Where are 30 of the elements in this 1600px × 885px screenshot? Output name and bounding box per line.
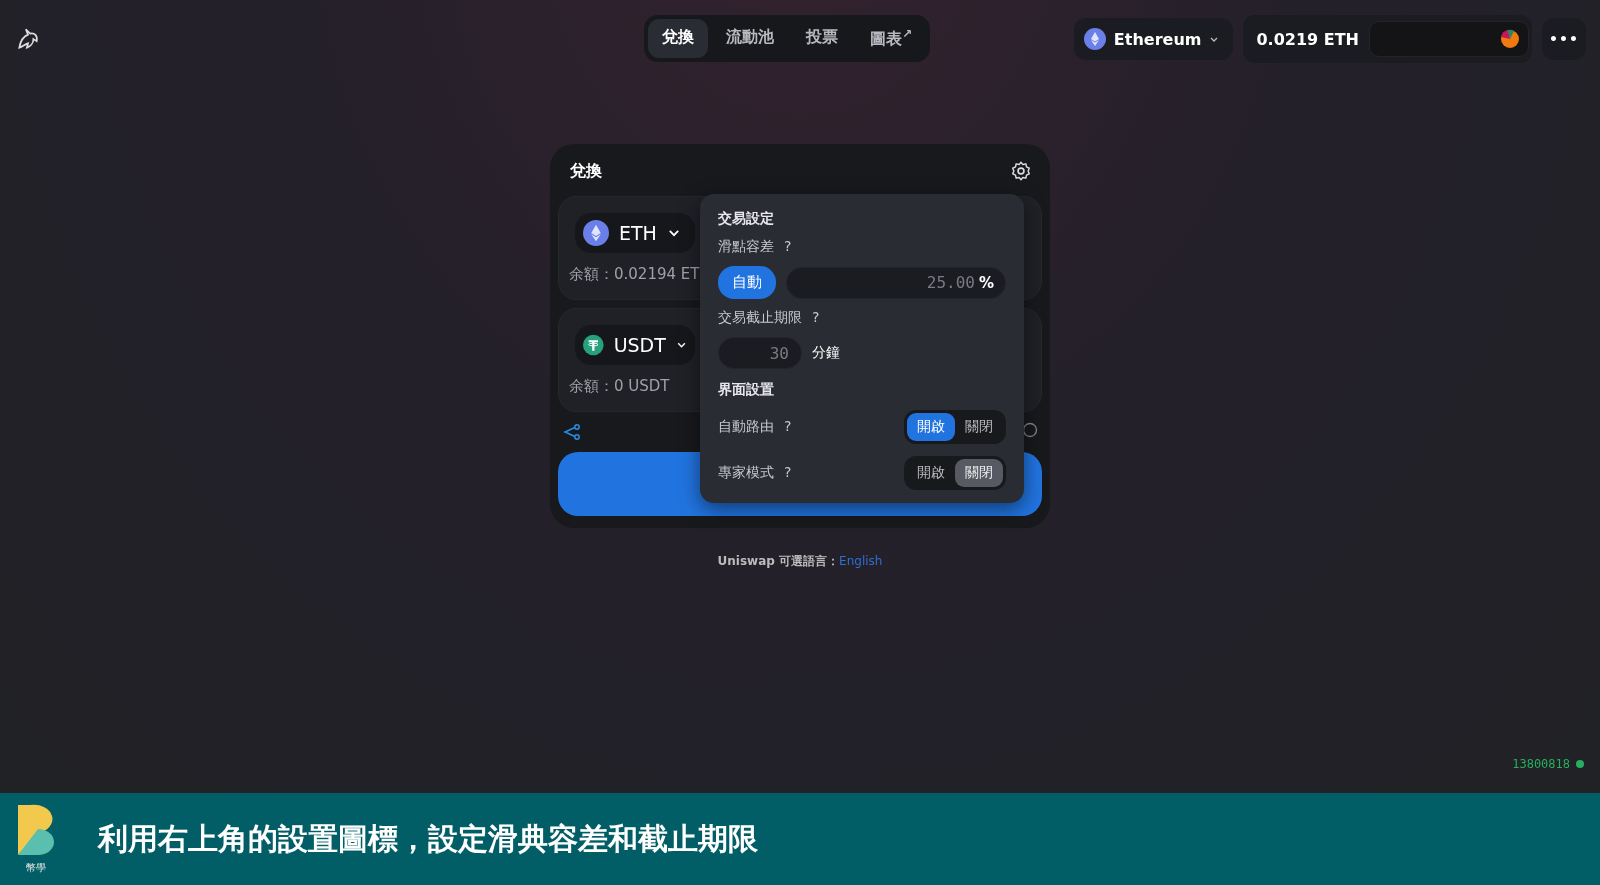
deadline-unit: 分鐘 bbox=[812, 344, 840, 362]
percent-unit: % bbox=[978, 273, 994, 292]
setting-label: 自動路由 ? bbox=[718, 418, 792, 436]
token-selector[interactable]: USDT bbox=[575, 325, 695, 365]
language-text: Uniswap 可選語言：English bbox=[717, 554, 883, 568]
nav-tab[interactable]: 兌換 bbox=[648, 19, 708, 59]
section-title: 界面設置 bbox=[718, 381, 775, 399]
card-title: 兌換 bbox=[570, 160, 602, 182]
setting-label: 專家模式 ? bbox=[718, 464, 792, 482]
token-balance: 余額：0 USDT bbox=[569, 377, 670, 396]
nav-tab[interactable]: 投票 bbox=[792, 19, 852, 59]
toggle-option[interactable]: 關閉 bbox=[955, 459, 1003, 487]
more-button[interactable]: ••• bbox=[1542, 18, 1586, 60]
token-selector[interactable]: ETH bbox=[575, 213, 695, 253]
auto-button[interactable]: 自動 bbox=[718, 266, 776, 299]
network-selector[interactable]: Ethereum bbox=[1073, 18, 1234, 60]
nav-tab[interactable]: 流動池 bbox=[712, 19, 788, 59]
setting-label: 滑點容差 ? bbox=[718, 238, 793, 256]
toggle-option[interactable]: 關閉 bbox=[955, 413, 1003, 441]
toggle-option[interactable]: 開啟 bbox=[907, 459, 955, 487]
brand-label: 幣學 bbox=[26, 861, 46, 875]
setting-label: 交易截止期限 ? bbox=[718, 309, 821, 327]
nav-tab[interactable]: 圖表$^{↗}$ bbox=[856, 19, 927, 59]
block-number: 13800818 bbox=[1512, 757, 1570, 771]
popover-title: 交易設定 bbox=[718, 210, 775, 228]
caption-text: 利用右上角的設置圖標，設定滑典容差和截止期限 bbox=[98, 819, 758, 858]
toggle-option[interactable]: 開啟 bbox=[907, 413, 955, 441]
token-balance: 余額：0.02194 ET bbox=[569, 265, 700, 284]
account-balance: 0.0219 ETH bbox=[1255, 29, 1359, 49]
deadline-field[interactable]: 30 bbox=[718, 337, 802, 369]
